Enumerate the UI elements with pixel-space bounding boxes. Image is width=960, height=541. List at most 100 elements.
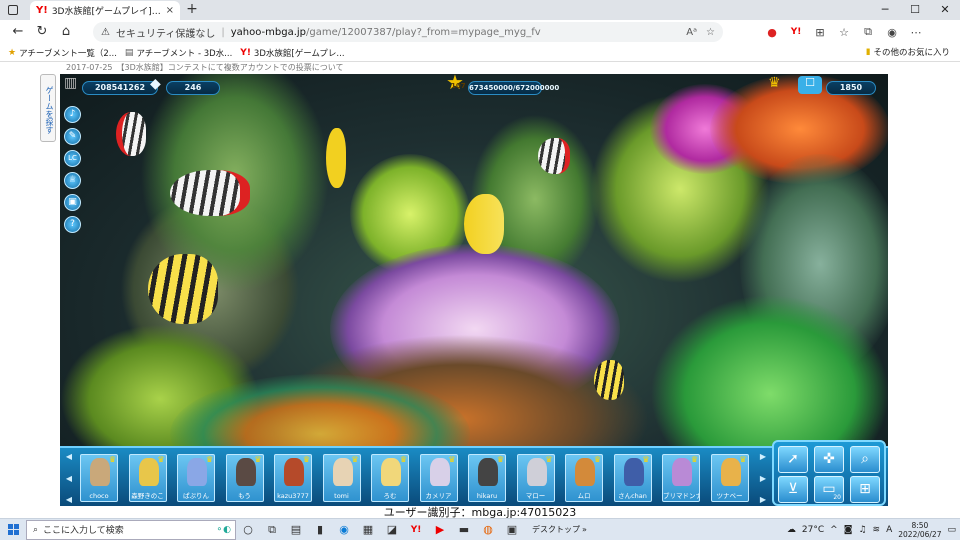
friend-name: さんchan bbox=[618, 492, 647, 500]
firefox-icon[interactable]: ◍ bbox=[476, 523, 500, 536]
youtube-icon[interactable]: ▶ bbox=[428, 523, 452, 536]
news-line[interactable]: 2017-07-25 【3D水族館】コンテストにて複数アカウントでの投票について bbox=[66, 62, 886, 74]
butterflyfish bbox=[170, 170, 250, 216]
bookmark-item[interactable]: ▤ アチーブメント - 3D水... bbox=[125, 47, 232, 59]
desktop-toolbar-label[interactable]: デスクトップ bbox=[532, 524, 580, 535]
tab-actions-icon[interactable] bbox=[8, 5, 18, 15]
url-path: /game/12007387/play?_from=mypage_myg_fv bbox=[306, 26, 541, 38]
shop-cart-button[interactable]: ⊻ bbox=[778, 476, 808, 503]
yahoo-extension-icon[interactable]: Y! bbox=[784, 27, 808, 37]
trophy-icon[interactable]: ♕ bbox=[64, 172, 81, 189]
friend-avatar bbox=[332, 458, 353, 486]
search-button[interactable]: ⌕ bbox=[850, 446, 880, 473]
more-menu-icon[interactable]: ⋯ bbox=[904, 26, 928, 39]
friend-name: choco bbox=[89, 492, 109, 500]
friend-card[interactable]: ♛ tomi bbox=[322, 454, 361, 502]
friend-card[interactable]: ♛ ぱぷりん bbox=[177, 454, 215, 502]
water-icon[interactable]: ☐ bbox=[798, 76, 822, 94]
tab-search-icon[interactable]: ⊞ bbox=[808, 26, 832, 39]
building-icon[interactable]: ▥ bbox=[64, 76, 77, 90]
temperature[interactable]: 27°C bbox=[802, 525, 824, 535]
friend-card[interactable]: ♛ 森野きのこ bbox=[128, 454, 167, 502]
friend-card[interactable]: ♛ ツナベー bbox=[710, 454, 749, 502]
prev-arrow-icon[interactable]: ◀ bbox=[64, 474, 74, 483]
inventory-button[interactable]: ▭ 20 bbox=[814, 476, 844, 503]
friend-scroll-right[interactable]: ▶ ▶ ▶ bbox=[758, 452, 768, 504]
friend-card[interactable]: ♛ さんchan bbox=[613, 454, 652, 502]
friend-name: ろむ bbox=[383, 492, 397, 500]
clock[interactable]: 8:50 2022/06/27 bbox=[898, 521, 941, 539]
app-icon[interactable]: ◪ bbox=[380, 523, 404, 536]
next-page-arrow-icon[interactable]: ▶ bbox=[758, 495, 768, 504]
task-view-icon[interactable]: ⧉ bbox=[260, 523, 284, 537]
prev-page-arrow-icon[interactable]: ◀ bbox=[64, 495, 74, 504]
favorite-star-icon[interactable]: ☆ bbox=[706, 27, 715, 38]
home-button[interactable]: ⌂ bbox=[54, 20, 78, 44]
address-bar[interactable]: ⚠ セキュリティ保護なし | yahoo-mbga.jp/game/120073… bbox=[93, 22, 723, 42]
friend-card[interactable]: ♛ マロー bbox=[516, 454, 555, 502]
friend-card[interactable]: ♛ ブリマドンナ bbox=[662, 454, 700, 502]
tab-close-icon[interactable]: × bbox=[166, 5, 174, 16]
warning-icon: ⚠ bbox=[101, 26, 110, 38]
bookmark-item[interactable]: ★ アチーブメント一覧（2... bbox=[8, 47, 117, 59]
gift-button[interactable]: ⊞ bbox=[850, 476, 880, 503]
collections-icon[interactable]: ⧉ bbox=[856, 25, 880, 39]
friend-card[interactable]: ♛ ろむ bbox=[371, 454, 409, 502]
last-page-arrow-icon[interactable]: ▶ bbox=[758, 452, 768, 461]
start-button[interactable] bbox=[0, 519, 26, 541]
bookmark-item[interactable]: Y! 3D水族館[ゲームプレ... bbox=[240, 47, 344, 59]
cortana-icon[interactable]: ○ bbox=[236, 523, 260, 536]
extension-red-icon[interactable]: ● bbox=[760, 26, 784, 39]
taskbar-search-box[interactable]: ⌕ ここに入力して検索 ⚬◐ bbox=[26, 519, 236, 540]
folder-icon[interactable]: ▮ bbox=[308, 523, 332, 536]
friend-card[interactable]: ♛ カメリア bbox=[419, 454, 458, 502]
friend-card[interactable]: ♛ choco bbox=[80, 454, 118, 502]
feed-icon[interactable]: ✎ bbox=[64, 128, 81, 145]
friend-card[interactable]: ♛ kazu3777 bbox=[274, 454, 312, 502]
help-icon[interactable]: ? bbox=[64, 216, 81, 233]
lc-icon[interactable]: LC bbox=[64, 150, 81, 167]
minimize-button[interactable]: ─ bbox=[870, 0, 900, 20]
read-aloud-icon[interactable]: Aᵃ bbox=[686, 27, 697, 38]
friend-name: マロー bbox=[525, 492, 546, 500]
app-icon[interactable]: ▣ bbox=[500, 523, 524, 536]
close-window-button[interactable]: ✕ bbox=[930, 0, 960, 20]
back-button[interactable]: ← bbox=[6, 20, 30, 44]
maximize-button[interactable]: ☐ bbox=[900, 0, 930, 20]
folder-icon: ▮ bbox=[865, 47, 871, 57]
game-controller-button[interactable]: ✜ bbox=[814, 446, 844, 473]
app-icon[interactable]: ▬ bbox=[452, 523, 476, 536]
select-cursor-button[interactable]: ➚ bbox=[778, 446, 808, 473]
notifications-icon[interactable]: ▭ bbox=[947, 525, 956, 535]
browser-tab-active[interactable]: Y! 3D水族館[ゲームプレイ] - ゲームならモ × bbox=[30, 1, 180, 20]
crown-icon[interactable]: ♛ bbox=[768, 76, 781, 90]
next-arrow-icon[interactable]: ▶ bbox=[758, 474, 768, 483]
favorites-icon[interactable]: ☆ bbox=[832, 26, 856, 39]
profile-avatar-icon[interactable]: ◉ bbox=[880, 26, 904, 39]
other-favorites[interactable]: ▮ その他のお気に入り bbox=[866, 46, 950, 58]
network-icon[interactable]: ◙ bbox=[844, 525, 853, 535]
show-hidden-icon[interactable]: ^ bbox=[830, 525, 838, 535]
ime-indicator[interactable]: A bbox=[886, 525, 892, 535]
security-label[interactable]: セキュリティ保護なし bbox=[116, 25, 215, 40]
chevron-icon[interactable]: » bbox=[582, 525, 587, 534]
first-page-arrow-icon[interactable]: ◀ bbox=[64, 452, 74, 461]
game-canvas[interactable]: ▥ 208541262 ◆ 246 ★ 107 673450000/672000… bbox=[60, 74, 888, 506]
refresh-button[interactable]: ↻ bbox=[30, 20, 54, 44]
weather-icon[interactable]: ☁ bbox=[787, 525, 796, 535]
edge-icon[interactable]: ◉ bbox=[332, 523, 356, 536]
gift-box-icon[interactable]: ▣ bbox=[64, 194, 81, 211]
friend-scroll-left[interactable]: ◀ ◀ ◀ bbox=[64, 452, 74, 504]
file-explorer-icon[interactable]: ▤ bbox=[284, 523, 308, 536]
yahoo-app-icon[interactable]: Y! bbox=[404, 525, 428, 535]
friend-card[interactable]: ♛ ムロ bbox=[565, 454, 603, 502]
wifi-icon[interactable]: ≋ bbox=[873, 525, 881, 535]
find-games-side-tab[interactable]: ゲームを探す bbox=[40, 74, 56, 142]
friend-card[interactable]: ♛ もう bbox=[225, 454, 264, 502]
sound-toggle-icon[interactable]: ♪ bbox=[64, 106, 81, 123]
friend-card[interactable]: ♛ hikaru bbox=[468, 454, 506, 502]
volume-icon[interactable]: ♫ bbox=[858, 525, 866, 535]
new-tab-button[interactable]: + bbox=[184, 2, 200, 18]
store-icon[interactable]: ▦ bbox=[356, 523, 380, 536]
crown-icon: ♛ bbox=[351, 455, 359, 464]
